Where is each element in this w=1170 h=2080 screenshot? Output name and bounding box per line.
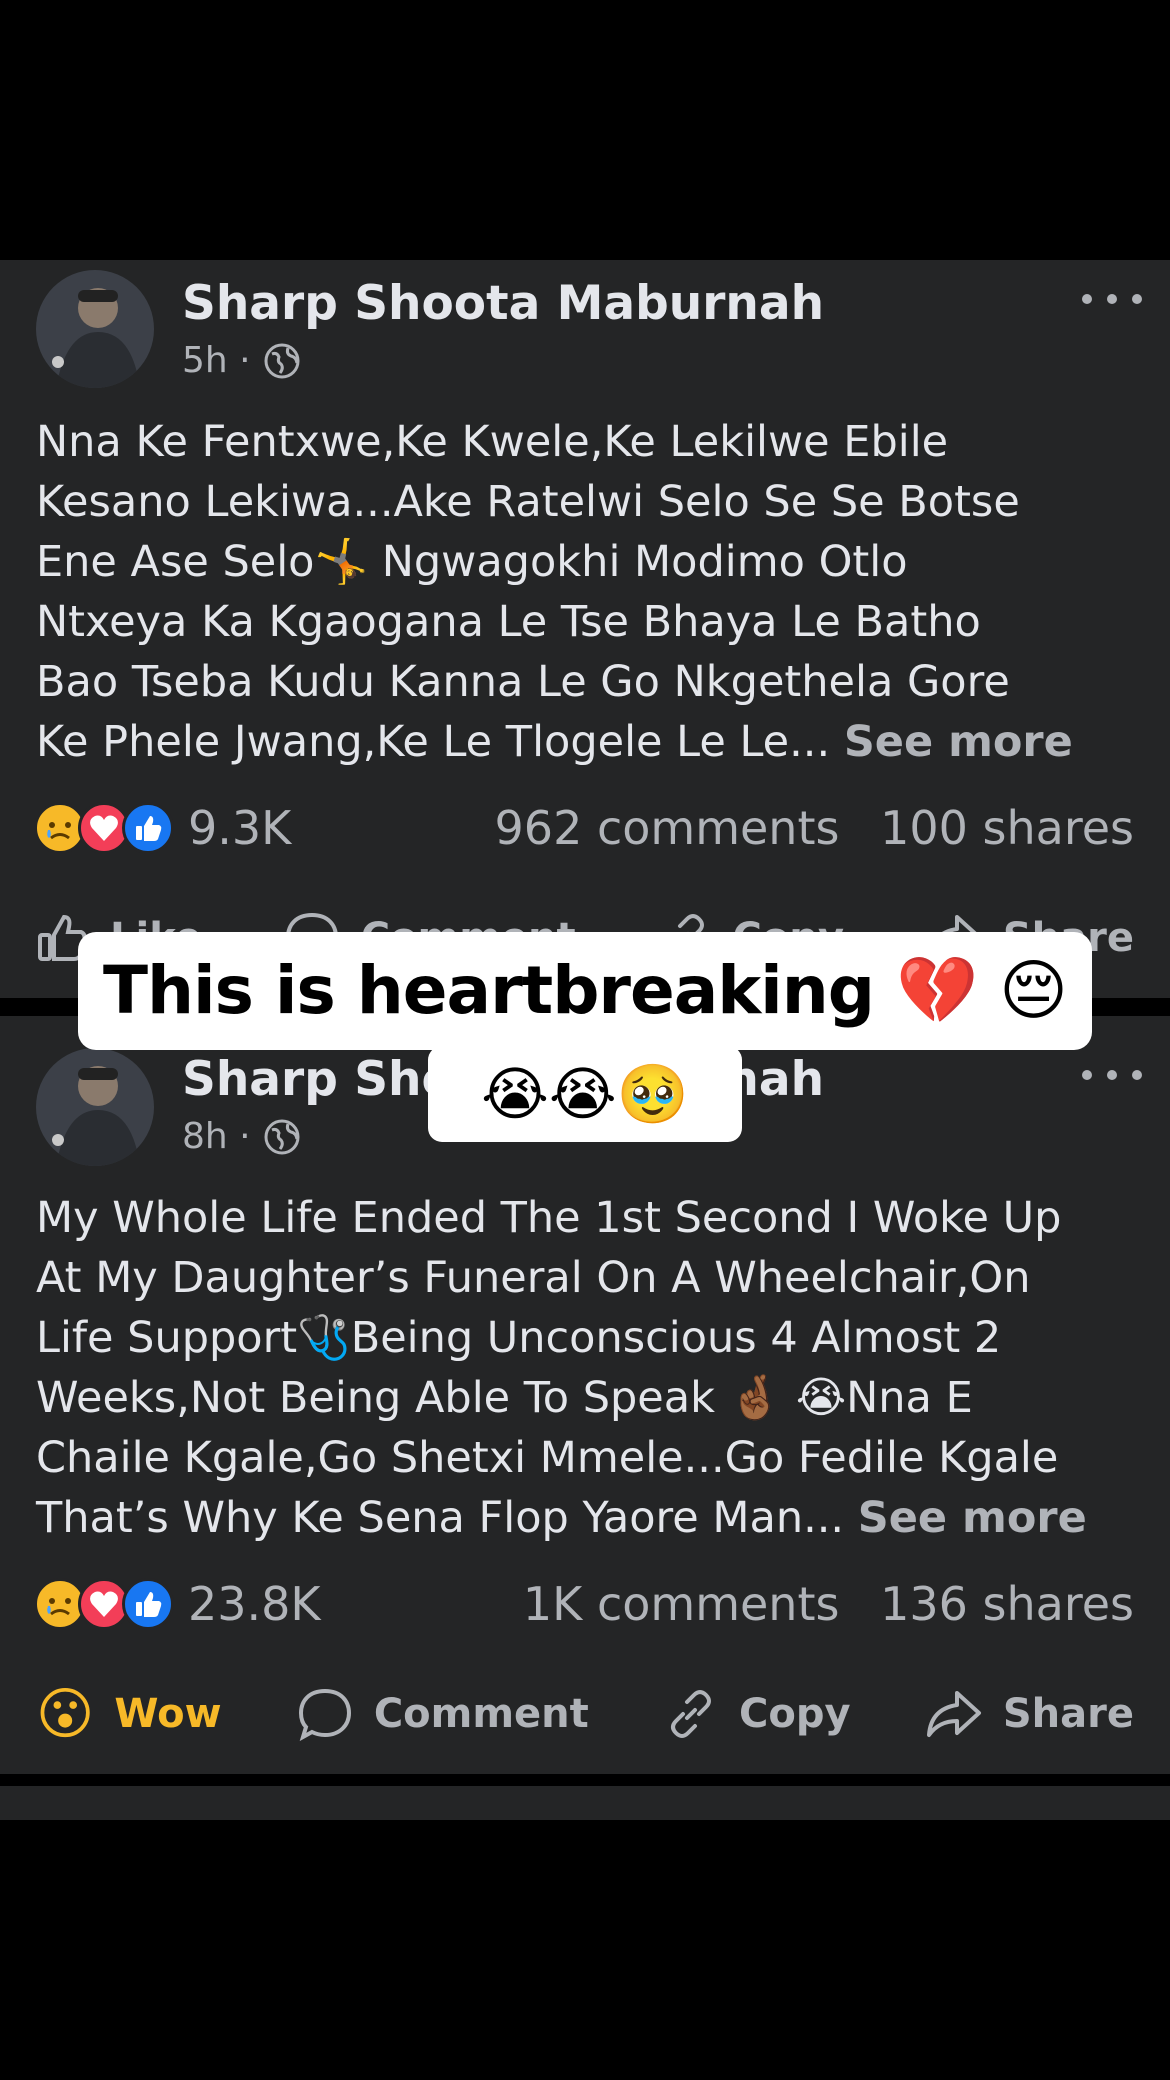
see-more-link[interactable]: See more [858,1493,1087,1543]
copy-label: Copy [739,1691,851,1737]
share-icon [926,1691,981,1737]
post-body-line: That’s Why Ke Sena Flop Yaore Man... [36,1493,845,1543]
post-body-line: Chaile Kgale,Go Shetxi Mmele...Go Fedile… [36,1433,1059,1483]
reaction-stats: 23.8K 1K comments 136 shares [34,1576,1134,1632]
post-body-line: At My Daughter’s Funeral On A Wheelchair… [36,1253,1031,1303]
globe-icon [264,343,300,378]
more-dots-icon[interactable] [1082,1060,1142,1090]
action-bar: 😮 Wow Comment Copy Share [36,1674,1134,1754]
author-name[interactable]: Sharp Shoota Maburnah [182,276,824,331]
share-count[interactable]: 100 shares [880,801,1134,855]
comment-count[interactable]: 962 comments [495,801,840,855]
share-count[interactable]: 136 shares [880,1577,1134,1631]
comment-icon [298,1688,351,1742]
post-meta: 5h · [182,340,301,381]
comment-label: Comment [373,1691,589,1737]
share-label: Share [1002,1691,1134,1737]
avatar[interactable] [36,270,154,388]
link-icon [671,1690,712,1738]
reaction-stats: 9.3K 962 comments 100 shares [34,800,1134,856]
wow-icon: 😮 [36,1681,95,1747]
reaction-icons[interactable] [34,802,174,854]
comment-count[interactable]: 1K comments [523,1577,840,1631]
reaction-count[interactable]: 23.8K [188,1577,321,1631]
avatar[interactable] [36,1048,154,1166]
like-icon [122,1578,174,1630]
caption-overlay: This is heartbreaking 💔 😔 [78,932,1092,1050]
post-body-line: Nna Ke Fentxwe,Ke Kwele,Ke Lekilwe Ebile [36,417,949,467]
post-body: Nna Ke Fentxwe,Ke Kwele,Ke Lekilwe Ebile… [36,412,1146,772]
post-body-line: Ke Phele Jwang,Ke Le Tlogele Le Le... [36,717,831,767]
wow-label: Wow [114,1691,222,1737]
reaction-icons[interactable] [34,1578,174,1630]
post-body-line: Weeks,Not Being Able To Speak 🤞🏾 😭Nna E [36,1373,973,1423]
caption-overlay-emojis: 😭😭🥹 [428,1046,742,1142]
next-post-edge [0,1786,1170,1820]
post-meta: 8h · [182,1116,301,1157]
post-card: Sharp Shoota Maburnah 5h · Nna Ke Fentxw… [0,260,1170,998]
like-icon [122,802,174,854]
wow-button[interactable]: 😮 Wow [36,1682,222,1747]
comment-button[interactable]: Comment [296,1685,589,1743]
post-body: My Whole Life Ended The 1st Second I Wok… [36,1188,1146,1548]
post-body-line: Ene Ase Selo🤸 Ngwagokhi Modimo Otlo [36,537,908,587]
post-body-line: My Whole Life Ended The 1st Second I Wok… [36,1193,1062,1243]
post-time[interactable]: 8h · [182,1116,251,1157]
post-body-line: Life Support🩺Being Unconscious 4 Almost … [36,1313,1002,1363]
post-time[interactable]: 5h · [182,340,251,381]
post-body-line: Bao Tseba Kudu Kanna Le Go Nkgethela Gor… [36,657,1010,707]
globe-icon [264,1119,300,1154]
post-body-line: Kesano Lekiwa...Ake Ratelwi Selo Se Se B… [36,477,1020,527]
post-body-line: Ntxeya Ka Kgaogana Le Tse Bhaya Le Batho [36,597,981,647]
more-dots-icon[interactable] [1082,284,1142,314]
share-button[interactable]: Share [925,1687,1134,1741]
copy-button[interactable]: Copy [663,1686,851,1742]
see-more-link[interactable]: See more [844,717,1073,767]
reaction-count[interactable]: 9.3K [188,801,291,855]
